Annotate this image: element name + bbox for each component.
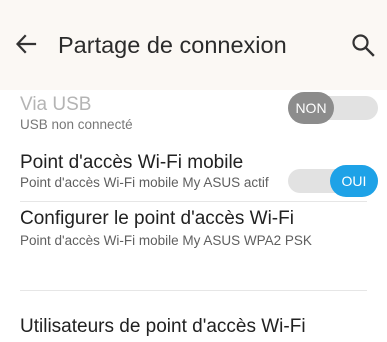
app-bar: Partage de connexion	[0, 0, 387, 90]
usb-tethering-toggle[interactable]: NON	[288, 92, 378, 124]
search-button[interactable]	[348, 30, 378, 60]
setting-title: Point d'accès Wi-Fi mobile	[20, 152, 244, 173]
setting-usb-tethering[interactable]: Via USB USB non connecté NON	[0, 90, 387, 150]
toggle-thumb-label: NON	[288, 92, 334, 124]
setting-title: Configurer le point d'accès Wi-Fi	[20, 208, 294, 229]
setting-summary: USB non connecté	[20, 117, 133, 132]
setting-title: Via USB	[20, 94, 92, 115]
wifi-hotspot-toggle[interactable]: OUI	[288, 165, 378, 197]
setting-title: Utilisateurs de point d'accès Wi-Fi	[20, 316, 306, 337]
setting-configure-hotspot[interactable]: Configurer le point d'accès Wi-Fi Point …	[0, 202, 387, 292]
setting-hotspot-users[interactable]: Utilisateurs de point d'accès Wi-Fi	[0, 291, 387, 342]
setting-summary: Point d'accès Wi-Fi mobile My ASUS WPA2 …	[20, 233, 312, 248]
back-button[interactable]	[12, 30, 40, 58]
setting-summary: Point d'accès Wi-Fi mobile My ASUS actif	[20, 175, 269, 190]
search-icon	[352, 34, 375, 57]
arrow-left-icon	[15, 34, 37, 54]
toggle-thumb-label: OUI	[330, 165, 378, 197]
page-title: Partage de connexion	[58, 32, 287, 58]
